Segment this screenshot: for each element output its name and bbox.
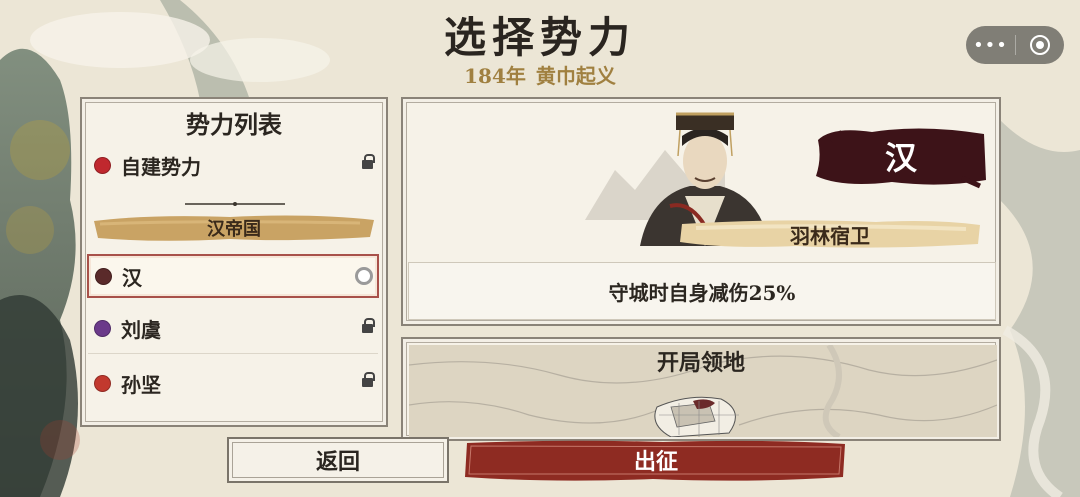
faction-color-dot: [94, 374, 111, 392]
faction-color-dot: [94, 320, 111, 337]
lock-icon: [356, 154, 378, 171]
faction-item-liuyu[interactable]: 刘虞: [88, 304, 378, 354]
record-icon[interactable]: [1016, 35, 1064, 55]
faction-name-badge: 汉: [812, 122, 990, 190]
faction-effect: 守城时自身减伤25%: [408, 262, 996, 320]
faction-color-dot: [94, 156, 111, 174]
more-icon[interactable]: •••: [966, 35, 1015, 56]
start-button[interactable]: 出征: [463, 437, 849, 483]
lock-icon: [356, 372, 378, 389]
faction-name: 汉: [122, 265, 142, 290]
group-label: 汉帝国: [207, 219, 261, 240]
lock-icon: [356, 317, 378, 335]
scenario-year: 184年: [464, 64, 526, 88]
scenario-subtitle: 184年 黄巾起义: [0, 60, 1080, 89]
faction-name: 刘虞: [121, 318, 161, 342]
faction-name: 孙坚: [121, 372, 161, 397]
faction-name: 自建势力: [121, 154, 201, 179]
ornament-divider: [185, 202, 285, 206]
selected-radio-icon: [355, 267, 373, 285]
page-title: 选择势力: [443, 13, 636, 62]
mini-program-capsule: •••: [966, 26, 1064, 64]
unit-name: 羽林宿卫: [790, 223, 870, 248]
back-button[interactable]: 返回: [227, 437, 449, 483]
group-header-han-empire: 汉帝国: [90, 211, 378, 245]
faction-list-title: 势力列表: [186, 110, 282, 139]
faction-item-han[interactable]: 汉: [87, 254, 379, 298]
scenario-name: 黄巾起义: [535, 64, 616, 88]
faction-item-custom[interactable]: 自建势力: [88, 140, 378, 190]
faction-color-dot: [95, 267, 112, 285]
unit-name-banner: 羽林宿卫: [676, 216, 984, 252]
territory-panel: 开局领地: [401, 337, 1001, 441]
territory-title: 开局领地: [656, 350, 745, 376]
faction-name-large: 汉: [884, 139, 917, 177]
faction-item-sunjian[interactable]: 孙坚: [88, 358, 378, 408]
start-label: 出征: [633, 449, 678, 475]
